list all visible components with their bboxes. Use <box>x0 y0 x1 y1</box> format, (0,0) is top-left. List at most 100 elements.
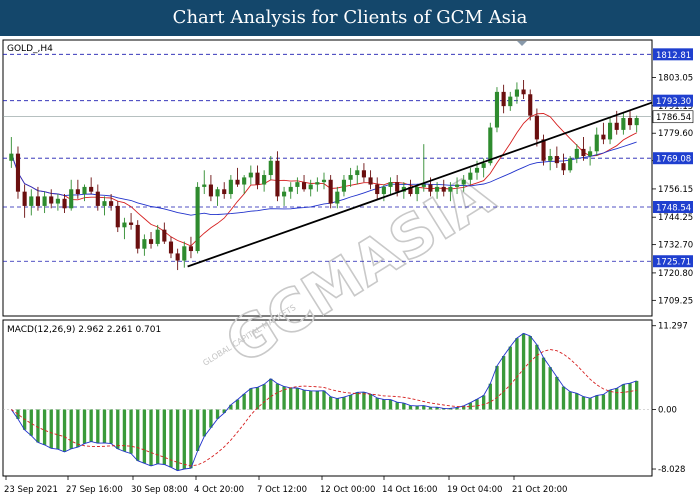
candle-body <box>415 186 420 195</box>
candle-body <box>235 179 240 185</box>
candle-body <box>202 184 207 187</box>
candle-body <box>288 186 293 192</box>
chart-canvas: GCMASIAGLOBAL CAPITAL MARKETS 1803.05179… <box>0 36 700 500</box>
candle-body <box>9 153 14 161</box>
time-tick-label-7: 19 Oct 04:00 <box>447 485 502 495</box>
time-tick-label-5: 12 Oct 00:00 <box>320 485 375 495</box>
macd-tick-label-11.297: 11.297 <box>658 322 688 332</box>
time-tick-label-0: 23 Sep 2021 <box>4 485 58 495</box>
candle-body <box>388 182 393 187</box>
candle-body <box>182 246 187 261</box>
candle-body <box>521 89 526 95</box>
candlestick-73 <box>494 87 500 133</box>
price-tick-label-1744.25: 1744.25 <box>658 213 693 223</box>
time-tick-label-2: 30 Sep 08:00 <box>131 485 188 495</box>
candle-body <box>634 118 639 126</box>
candle-body <box>441 186 446 192</box>
candle-body <box>375 184 380 195</box>
candle-body <box>335 191 340 204</box>
candle-body <box>148 239 154 244</box>
candle-body <box>155 229 160 244</box>
candle-body <box>69 189 74 209</box>
macd-indicator-label: MACD(12,26,9) 2.962 2.261 0.701 <box>7 325 161 335</box>
candle-body <box>581 148 586 157</box>
price-tick-label-1803.05: 1803.05 <box>658 74 693 84</box>
candle-body <box>395 182 400 192</box>
candle-body <box>168 241 174 254</box>
chart-banner-title: Chart Analysis for Clients of GCM Asia <box>0 0 700 36</box>
candle-body <box>621 118 626 130</box>
macd-tick-label-0.00: 0.00 <box>658 405 677 415</box>
price-symbol-label: GOLD_,H4 <box>7 44 53 54</box>
candle-body <box>89 186 94 192</box>
candlestick-48 <box>328 175 333 209</box>
candle-body <box>308 184 313 190</box>
candle-body <box>22 191 27 206</box>
candle-body <box>188 246 194 252</box>
candle-body <box>508 96 513 107</box>
candle-body <box>448 186 453 192</box>
level-tag-label-1725.71: 1725.71 <box>656 258 691 268</box>
price-tick-label-1732.70: 1732.70 <box>658 241 693 251</box>
candle-body <box>228 179 233 195</box>
candle-body <box>454 184 460 187</box>
candle-body <box>315 182 320 185</box>
candle-body <box>255 172 260 185</box>
candlestick-19 <box>135 220 140 254</box>
level-tag-label-1793.30: 1793.30 <box>656 97 691 107</box>
price-tick-label-1709.25: 1709.25 <box>658 296 693 306</box>
time-tick-label-3: 4 Oct 20:00 <box>194 485 244 495</box>
candle-body <box>142 239 147 249</box>
candle-body <box>528 94 533 116</box>
candle-body <box>561 163 566 171</box>
candle-body <box>75 189 80 195</box>
candle-body <box>29 196 34 206</box>
candle-body <box>295 182 300 187</box>
candle-body <box>195 186 200 252</box>
candle-body <box>222 189 227 195</box>
candle-body <box>55 198 60 204</box>
time-tick-label-1: 27 Sep 16:00 <box>66 485 123 495</box>
candle-body <box>548 156 553 161</box>
candlestick-1 <box>15 146 21 199</box>
level-tag-label-1812.81: 1812.81 <box>656 51 691 61</box>
candle-body <box>368 177 373 185</box>
candle-body <box>614 122 619 130</box>
candle-body <box>208 184 213 197</box>
candle-body <box>381 186 386 195</box>
candle-body <box>568 158 573 171</box>
candle-body <box>49 196 54 204</box>
candle-body <box>468 172 473 180</box>
candle-body <box>601 134 606 140</box>
candle-body <box>501 91 506 107</box>
candle-body <box>534 115 539 140</box>
candle-body <box>328 179 333 204</box>
candlestick-28 <box>195 182 200 254</box>
candle-body <box>15 153 21 192</box>
candle-body <box>541 139 546 161</box>
candle-body <box>268 160 273 176</box>
candle-body <box>115 205 120 228</box>
candle-body <box>514 89 519 97</box>
time-tick-label-4: 7 Oct 12:00 <box>257 485 307 495</box>
candle-body <box>474 167 480 173</box>
time-tick-label-8: 21 Oct 20:00 <box>512 485 567 495</box>
candle-body <box>594 134 599 152</box>
current-price-tag-label: 1786.54 <box>656 113 691 123</box>
level-tag-label-1769.08: 1769.08 <box>656 155 691 165</box>
candle-body <box>461 179 466 185</box>
candle-body <box>348 175 353 180</box>
candle-body <box>355 170 360 176</box>
candle-body <box>554 156 559 164</box>
candle-body <box>361 170 366 178</box>
candle-body <box>341 179 347 192</box>
candle-body <box>275 160 280 197</box>
candle-body <box>102 201 107 206</box>
candle-body <box>627 118 633 126</box>
candle-body <box>62 198 67 209</box>
candle-body <box>175 253 180 261</box>
candle-body <box>242 177 247 185</box>
candle-body <box>421 184 426 187</box>
candle-body <box>488 127 493 164</box>
price-tick-label-1756.15: 1756.15 <box>658 185 693 195</box>
